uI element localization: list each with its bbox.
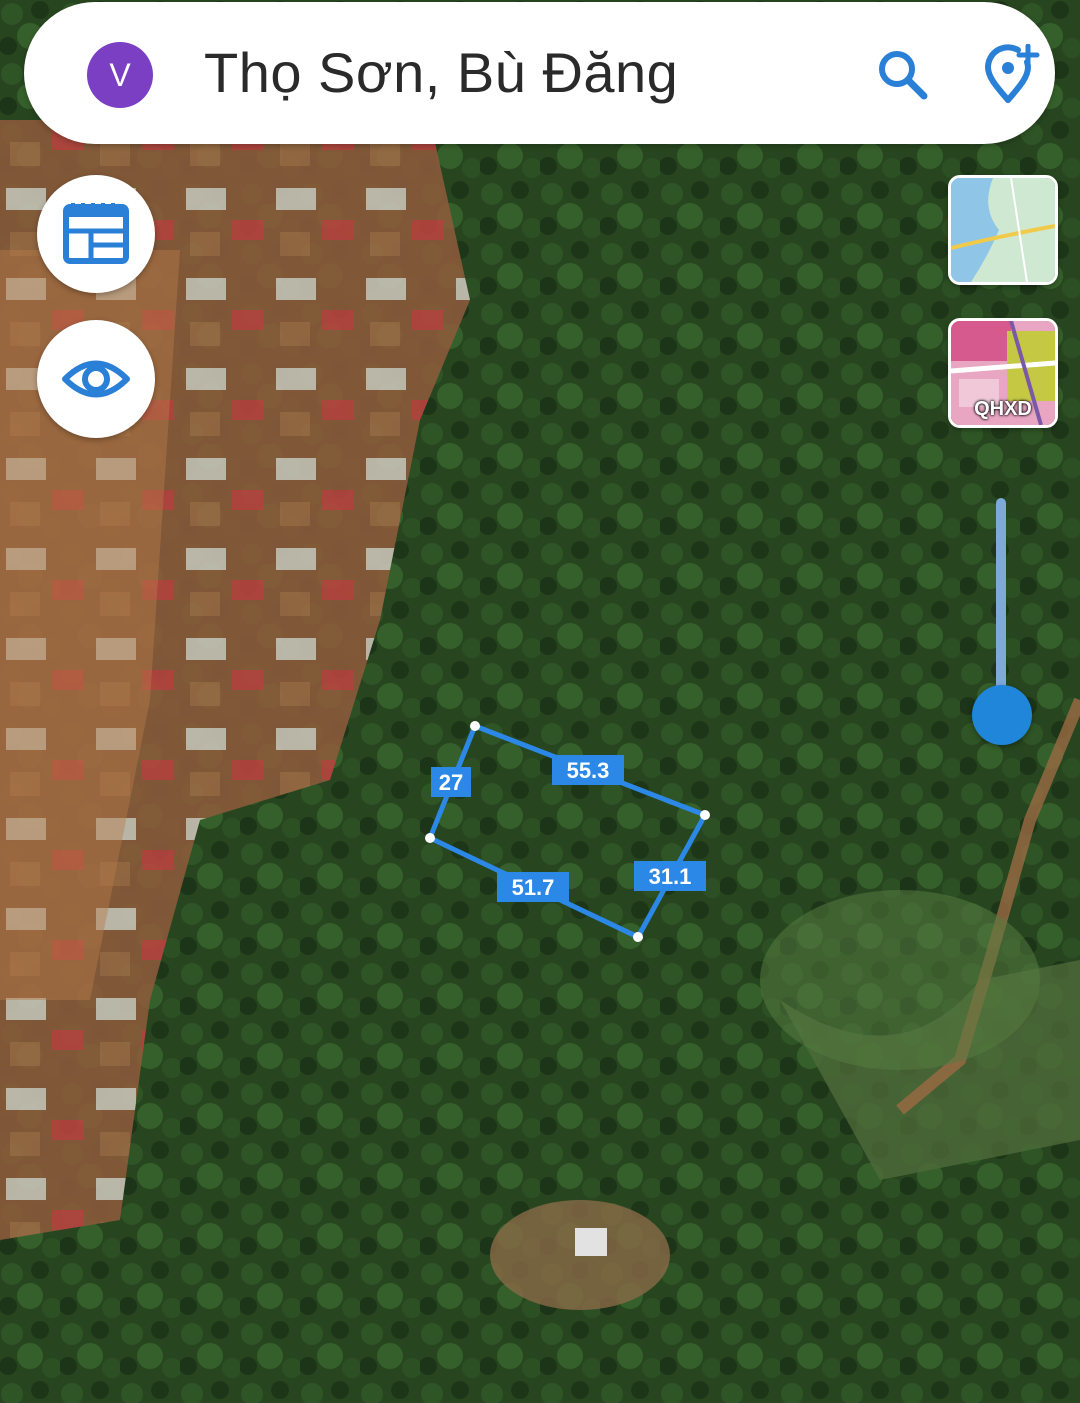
parcel-vertex[interactable] xyxy=(633,932,643,942)
svg-text:51.7: 51.7 xyxy=(512,875,555,900)
parcel-vertex[interactable] xyxy=(425,833,435,843)
qhxd-label: QHXD xyxy=(974,398,1032,420)
svg-text:31.1: 31.1 xyxy=(649,864,692,889)
search-bar[interactable]: V Thọ Sơn, Bù Đăng xyxy=(24,2,1055,144)
parcel-vertex[interactable] xyxy=(700,810,710,820)
edge-length-label: 31.1 xyxy=(634,861,706,891)
eye-icon xyxy=(62,360,130,398)
edge-length-label: 51.7 xyxy=(497,872,569,902)
zoom-slider-handle[interactable] xyxy=(972,685,1032,745)
satellite-map[interactable]: 55.3 31.1 51.7 27 xyxy=(0,0,1080,1403)
calendar-icon xyxy=(63,203,129,264)
add-location-pin-icon[interactable] xyxy=(982,44,1040,104)
basemap-preview xyxy=(951,178,1055,282)
user-avatar[interactable]: V xyxy=(87,42,153,108)
edge-length-label: 55.3 xyxy=(552,755,624,785)
visibility-button[interactable] xyxy=(37,320,155,438)
basemap-layer-thumbnail[interactable] xyxy=(948,175,1058,285)
calendar-button[interactable] xyxy=(37,175,155,293)
edge-length-label: 27 xyxy=(431,767,471,797)
svg-text:55.3: 55.3 xyxy=(567,758,610,783)
location-title[interactable]: Thọ Sơn, Bù Đăng xyxy=(204,40,678,105)
svg-text:27: 27 xyxy=(439,770,463,795)
qhxd-layer-thumbnail[interactable]: QHXD xyxy=(948,318,1058,428)
parcel-vertex[interactable] xyxy=(470,721,480,731)
search-icon[interactable] xyxy=(874,46,930,102)
